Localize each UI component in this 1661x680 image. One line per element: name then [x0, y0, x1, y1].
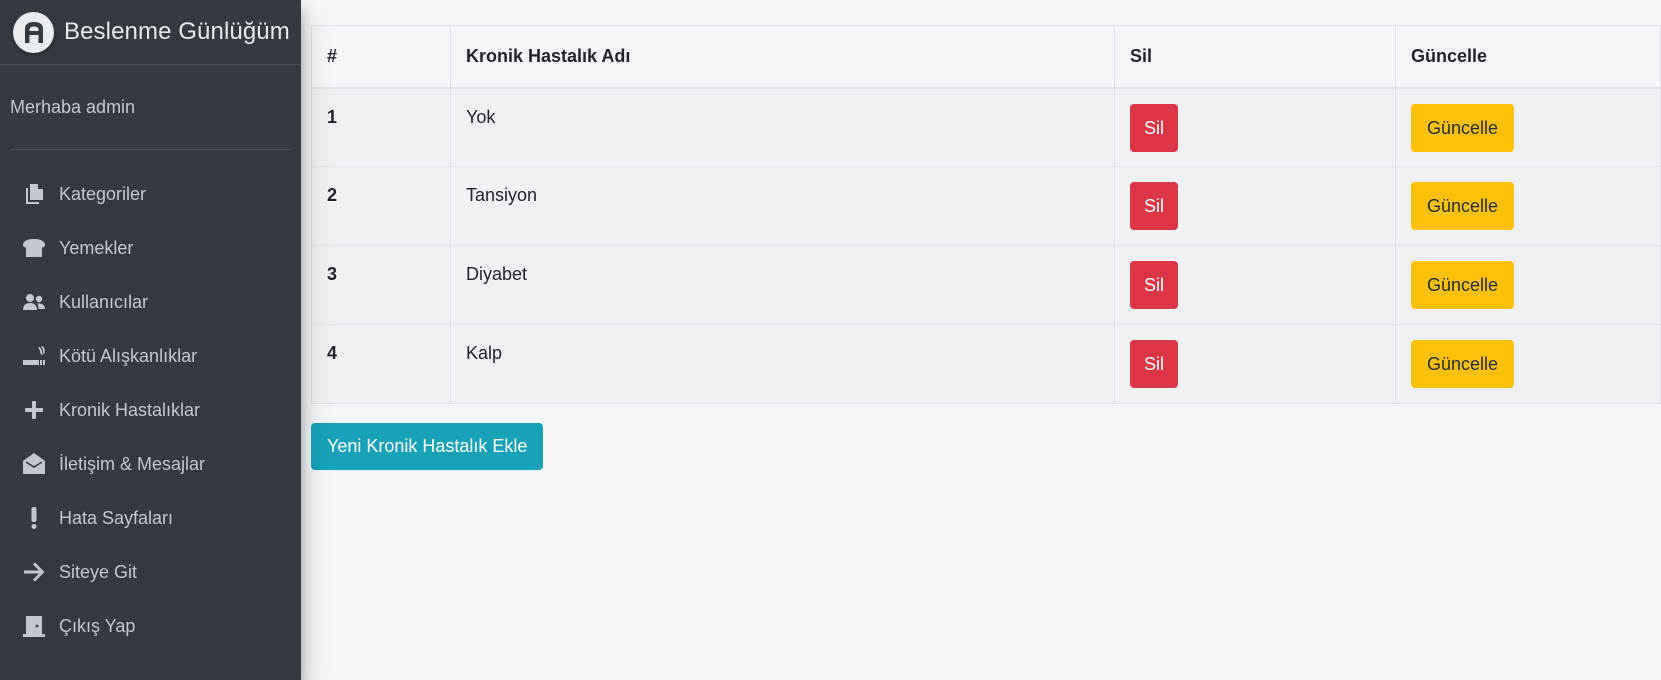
plus-icon — [21, 397, 47, 423]
row-name: Tansiyon — [450, 166, 1115, 246]
update-cell: Güncelle — [1395, 87, 1661, 167]
arrow-right-icon — [21, 559, 47, 585]
sidebar-item-yemekler[interactable]: Yemekler — [0, 221, 301, 275]
users-icon — [21, 289, 47, 315]
update-cell: Güncelle — [1395, 324, 1661, 404]
brand-title: Beslenme Günlüğüm — [64, 18, 290, 45]
sidebar-item-iletisim-mesajlar[interactable]: İletişim & Mesajlar — [0, 437, 301, 491]
smoking-icon — [21, 343, 47, 369]
delete-button[interactable]: Sil — [1130, 340, 1179, 388]
chronic-disease-table: # Kronik Hastalık Adı Sil Güncelle 1 Yok… — [311, 25, 1661, 404]
sidebar-item-kotu-aliskanliklar[interactable]: Kötü Alışkanlıklar — [0, 329, 301, 383]
table-row: 3 Diyabet Sil Güncelle — [311, 245, 1661, 325]
sidebar-item-kategoriler[interactable]: Kategoriler — [0, 167, 301, 221]
sidebar-item-label: Kötü Alışkanlıklar — [59, 345, 198, 366]
add-chronic-disease-button[interactable]: Yeni Kronik Hastalık Ekle — [311, 423, 544, 470]
delete-cell: Sil — [1114, 87, 1396, 167]
row-num: 3 — [311, 245, 451, 325]
update-button[interactable]: Güncelle — [1411, 182, 1515, 230]
sidebar-nav: Kategoriler Yemekler Kullanıcılar Kötü A… — [0, 167, 301, 653]
sidebar-item-label: İletişim & Mesajlar — [59, 453, 206, 474]
a-logo-icon — [13, 11, 54, 53]
sidebar: Beslenme Günlüğüm Merhaba admin Kategori… — [0, 0, 301, 680]
delete-button[interactable]: Sil — [1130, 103, 1179, 152]
update-button[interactable]: Güncelle — [1411, 340, 1515, 388]
delete-cell: Sil — [1114, 166, 1396, 246]
user-panel: Merhaba admin — [10, 65, 291, 150]
sidebar-item-hata-sayfalari[interactable]: Hata Sayfaları — [0, 491, 301, 545]
sidebar-item-label: Çıkış Yap — [59, 615, 136, 636]
main-content: # Kronik Hastalık Adı Sil Güncelle 1 Yok… — [301, 0, 1661, 680]
sidebar-item-label: Kullanıcılar — [59, 291, 149, 312]
sidebar-item-label: Kategoriler — [59, 183, 147, 204]
sidebar-item-label: Yemekler — [59, 237, 134, 258]
sidebar-item-label: Kronik Hastalıklar — [59, 399, 201, 420]
sidebar-item-siteye-git[interactable]: Siteye Git — [0, 545, 301, 599]
update-cell: Güncelle — [1395, 245, 1661, 325]
header-update: Güncelle — [1395, 25, 1661, 89]
copy-icon — [21, 181, 47, 207]
update-button[interactable]: Güncelle — [1411, 103, 1515, 152]
sidebar-item-label: Siteye Git — [59, 561, 138, 582]
bread-icon — [21, 235, 47, 261]
sidebar-item-cikis-yap[interactable]: Çıkış Yap — [0, 599, 301, 653]
header-delete: Sil — [1114, 25, 1396, 89]
exclamation-icon — [21, 505, 47, 531]
table-header-row: # Kronik Hastalık Adı Sil Güncelle — [311, 25, 1661, 89]
sidebar-item-label: Hata Sayfaları — [59, 507, 174, 528]
row-num: 4 — [311, 324, 451, 404]
row-name: Yok — [450, 87, 1115, 167]
row-name: Kalp — [450, 324, 1115, 404]
row-num: 1 — [311, 87, 451, 167]
update-cell: Güncelle — [1395, 166, 1661, 246]
delete-button[interactable]: Sil — [1130, 261, 1179, 309]
envelope-open-icon — [21, 451, 47, 477]
header-num: # — [311, 25, 451, 89]
sidebar-item-kronik-hastaliklar[interactable]: Kronik Hastalıklar — [0, 383, 301, 437]
row-num: 2 — [311, 166, 451, 246]
user-greeting[interactable]: Merhaba admin — [10, 97, 135, 118]
table-row: 1 Yok Sil Güncelle — [311, 87, 1661, 167]
table-row: 4 Kalp Sil Güncelle — [311, 324, 1661, 404]
delete-cell: Sil — [1114, 324, 1396, 404]
table-row: 2 Tansiyon Sil Güncelle — [311, 166, 1661, 246]
row-name: Diyabet — [450, 245, 1115, 325]
brand-link[interactable]: Beslenme Günlüğüm — [0, 0, 301, 65]
delete-button[interactable]: Sil — [1130, 182, 1179, 230]
delete-cell: Sil — [1114, 245, 1396, 325]
sidebar-item-kullanicilar[interactable]: Kullanıcılar — [0, 275, 301, 329]
door-icon — [21, 613, 47, 639]
update-button[interactable]: Güncelle — [1411, 261, 1515, 309]
header-name: Kronik Hastalık Adı — [450, 25, 1115, 89]
